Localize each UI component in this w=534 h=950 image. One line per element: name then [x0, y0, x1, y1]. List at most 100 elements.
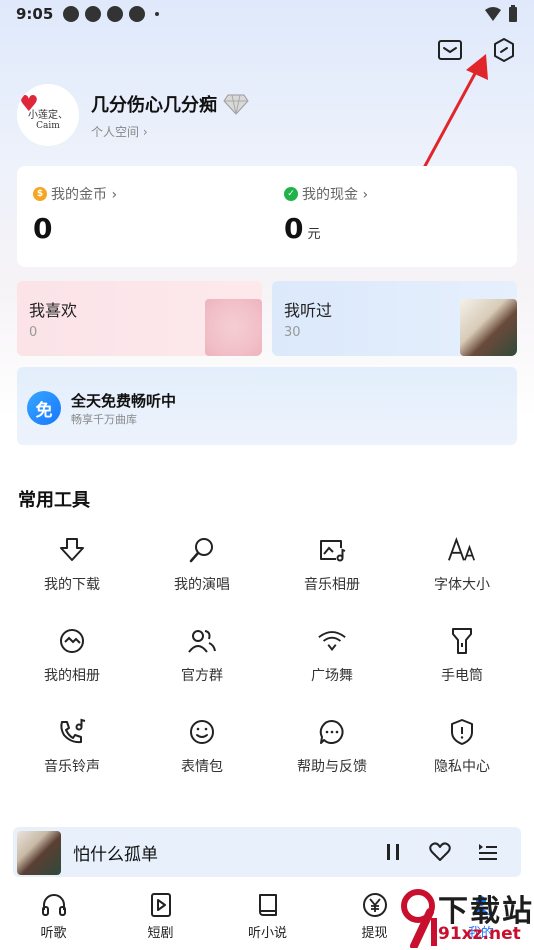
tool-square-dance[interactable]: 广场舞 [267, 626, 397, 717]
notification-app-icon [107, 6, 124, 22]
tool-emoji[interactable]: 表情包 [137, 717, 267, 808]
tool-label: 音乐铃声 [44, 759, 100, 775]
mail-icon [438, 40, 462, 60]
coins-value: 0 [33, 212, 53, 245]
avatar[interactable]: ♥ 小莲定、 Caim [17, 84, 79, 146]
tool-ringtone[interactable]: 音乐铃声 [7, 717, 137, 808]
cash-value-row: 0 元 [284, 212, 368, 245]
wallet-card: $ 我的金币 › 0 ✓ 我的现金 › 0 元 [17, 166, 517, 267]
tool-label: 隐私中心 [434, 759, 490, 775]
tool-label: 我的相册 [44, 668, 100, 684]
settings-button[interactable] [490, 36, 518, 64]
diamond-vip-icon[interactable] [223, 93, 249, 115]
coins-value-row: 0 [33, 212, 117, 245]
bottom-navigation: 听歌 短剧 听小说 提现 我的 [0, 880, 534, 950]
status-time: 9:05 [16, 5, 54, 23]
tool-music-album[interactable]: 音乐相册 [267, 535, 397, 626]
cash-label-row: ✓ 我的现金 › [284, 184, 368, 204]
my-likes-tile[interactable]: 我喜欢 0 [17, 281, 262, 356]
more-notifications-icon [155, 12, 160, 16]
pause-button[interactable] [381, 840, 405, 864]
coins-label: 我的金币 › [51, 187, 118, 203]
help-feedback-icon [317, 717, 347, 747]
tools-section-title: 常用工具 [18, 490, 90, 511]
tool-font-size[interactable]: 字体大小 [397, 535, 527, 626]
cash-unit: 元 [307, 227, 321, 242]
recently-played-cover-image [460, 299, 517, 356]
header-actions [436, 36, 518, 64]
tool-label: 手电筒 [441, 668, 483, 684]
tool-help-feedback[interactable]: 帮助与反馈 [267, 717, 397, 808]
tool-photo-album[interactable]: 我的相册 [7, 626, 137, 717]
pause-icon [387, 844, 399, 860]
profile-header[interactable]: ♥ 小莲定、 Caim 几分伤心几分痴 个人空间 › [17, 84, 249, 146]
free-listening-banner[interactable]: 免 全天免费畅听中 畅享千万曲库 [17, 367, 517, 445]
emoji-icon [187, 717, 217, 747]
nav-label: 我的 [467, 926, 494, 941]
nav-mine[interactable]: 我的 [428, 880, 534, 950]
likes-cover-image [205, 299, 262, 356]
nav-withdraw[interactable]: 提现 [321, 880, 428, 950]
headphones-icon [41, 892, 67, 918]
nav-listen[interactable]: 听歌 [0, 880, 107, 950]
font-size-icon [447, 535, 477, 565]
cash-section[interactable]: ✓ 我的现金 › 0 元 [284, 184, 368, 245]
group-icon [187, 626, 217, 656]
tool-singing[interactable]: 我的演唱 [137, 535, 267, 626]
photo-album-icon [57, 626, 87, 656]
square-dance-icon [317, 626, 347, 656]
tool-download[interactable]: 我的下载 [7, 535, 137, 626]
status-system-icons [484, 5, 518, 23]
cash-label: 我的现金 › [302, 187, 369, 203]
profile-icon [468, 892, 494, 918]
free-banner-title: 全天免费畅听中 [71, 392, 177, 410]
notification-app-icon [85, 6, 102, 22]
battery-icon [509, 5, 517, 22]
tool-label: 我的下载 [44, 577, 100, 593]
my-likes-title: 我喜欢 [29, 301, 78, 320]
player-cover-image [17, 831, 61, 875]
flashlight-icon [447, 626, 477, 656]
nav-short-drama[interactable]: 短剧 [107, 880, 214, 950]
coin-icon: $ [33, 187, 47, 201]
playlist-button[interactable] [476, 840, 500, 864]
microphone-icon [187, 535, 217, 565]
nav-label: 提现 [361, 926, 388, 941]
tool-label: 官方群 [181, 668, 223, 684]
tool-flashlight[interactable]: 手电筒 [397, 626, 527, 717]
privacy-icon [447, 717, 477, 747]
tool-label: 音乐相册 [304, 577, 360, 593]
nav-label: 听歌 [40, 926, 67, 941]
coins-label-row: $ 我的金币 › [33, 184, 117, 204]
recently-played-count: 30 [284, 325, 301, 340]
nav-label: 短剧 [147, 926, 174, 941]
notification-k-icon [63, 6, 80, 22]
tools-grid: 我的下载 我的演唱 音乐相册 字体大小 我的相册 官方群 广场舞 手电筒 音乐铃… [7, 535, 527, 808]
favorite-button[interactable] [428, 840, 452, 864]
free-banner-subtitle: 畅享千万曲库 [71, 413, 137, 426]
status-notification-icons [63, 6, 160, 22]
music-album-icon [317, 535, 347, 565]
personal-space-link[interactable]: 个人空间 › [91, 123, 249, 140]
tool-label: 字体大小 [434, 577, 490, 593]
book-icon [255, 892, 281, 918]
nav-novel[interactable]: 听小说 [214, 880, 321, 950]
coins-section[interactable]: $ 我的金币 › 0 [33, 184, 117, 245]
nav-label: 听小说 [247, 926, 287, 941]
tool-official-group[interactable]: 官方群 [137, 626, 267, 717]
tool-label: 帮助与反馈 [297, 759, 367, 775]
free-badge-icon: 免 [27, 391, 61, 425]
ringtone-icon [57, 717, 87, 747]
withdraw-icon [362, 892, 388, 918]
my-likes-count: 0 [29, 325, 38, 340]
message-button[interactable] [436, 36, 464, 64]
username-row: 几分伤心几分痴 [91, 91, 249, 117]
tool-privacy[interactable]: 隐私中心 [397, 717, 527, 808]
recently-played-tile[interactable]: 我听过 30 [272, 281, 517, 356]
tool-label: 广场舞 [311, 668, 353, 684]
tool-label: 表情包 [181, 759, 223, 775]
cash-value: 0 [284, 212, 304, 245]
cash-icon: ✓ [284, 187, 298, 201]
mini-player[interactable]: 怕什么孤单 [13, 827, 521, 877]
tool-label: 我的演唱 [174, 577, 230, 593]
